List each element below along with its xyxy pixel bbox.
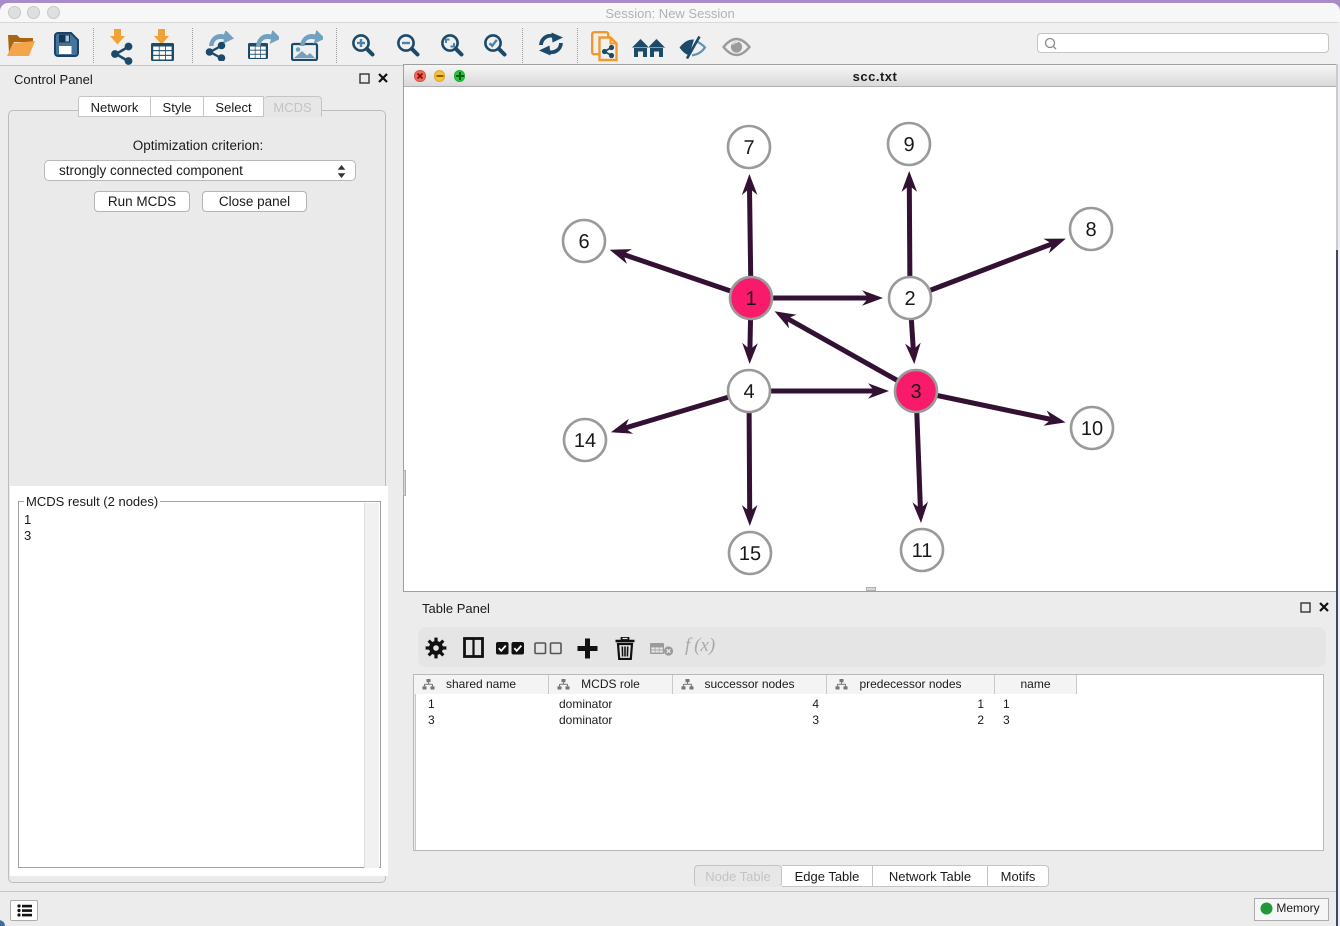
svg-text:14: 14 [574,430,596,452]
svg-text:15: 15 [739,543,761,565]
svg-text:8: 8 [1085,219,1096,241]
svg-text:6: 6 [578,231,589,253]
svg-text:1: 1 [745,288,756,310]
svg-text:9: 9 [903,134,914,156]
svg-text:4: 4 [743,381,754,403]
svg-text:11: 11 [912,540,933,562]
svg-text:3: 3 [910,381,921,403]
svg-text:2: 2 [904,288,915,310]
svg-text:10: 10 [1081,418,1103,440]
svg-text:7: 7 [743,137,754,159]
